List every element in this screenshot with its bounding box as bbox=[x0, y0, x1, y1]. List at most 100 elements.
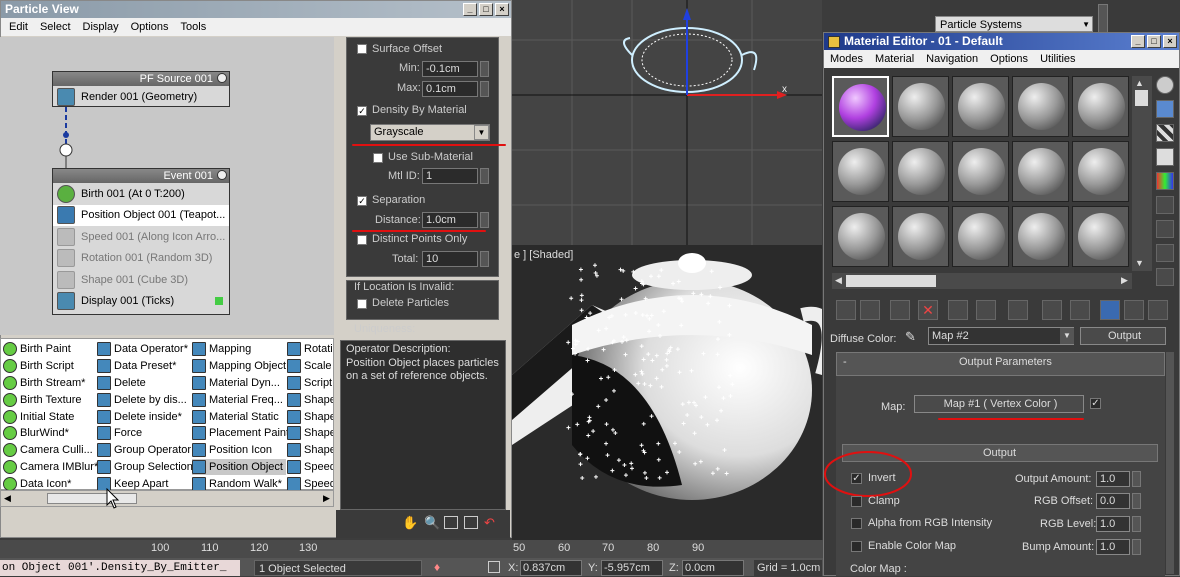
depot-item[interactable]: Shape bbox=[287, 442, 333, 459]
reset-map-icon[interactable]: ✕ bbox=[918, 300, 938, 320]
depot-item[interactable]: Birth Script bbox=[3, 358, 95, 375]
depot-item[interactable]: Initial State bbox=[3, 408, 95, 425]
material-sample-slot[interactable] bbox=[952, 141, 1009, 202]
clamp-checkbox[interactable] bbox=[851, 496, 862, 507]
output-type-button[interactable]: Output bbox=[1080, 327, 1166, 345]
output-amount-spinner[interactable] bbox=[1132, 471, 1141, 487]
viewport-label[interactable]: e ] [Shaded] bbox=[514, 249, 573, 261]
transform-mode-icon[interactable] bbox=[488, 561, 500, 573]
pf-source-node[interactable]: PF Source 001 Render 001 (Geometry) bbox=[52, 71, 230, 107]
max-spinner[interactable] bbox=[480, 81, 489, 97]
timeline-ruler[interactable]: 50 60 70 80 90 bbox=[512, 540, 823, 558]
material-editor-titlebar[interactable]: Material Editor - 01 - Default _ □ × bbox=[824, 33, 1179, 50]
maxscript-listener-line[interactable]: on Object 001'.Density_By_Emitter_ bbox=[0, 560, 240, 576]
depot-item[interactable]: Material Freq... bbox=[192, 391, 286, 408]
minimize-icon[interactable]: _ bbox=[1131, 35, 1145, 48]
depot-item[interactable]: Rotatio bbox=[287, 341, 333, 358]
material-sample-slot[interactable] bbox=[832, 76, 889, 137]
material-sample-slot[interactable] bbox=[892, 141, 949, 202]
depot-item[interactable]: Data Operator* bbox=[97, 341, 191, 358]
put-to-library-icon[interactable] bbox=[1008, 300, 1028, 320]
depot-item[interactable]: Shape bbox=[287, 408, 333, 425]
hand-pan-icon[interactable]: ✋ bbox=[402, 515, 418, 531]
density-by-material-checkbox[interactable]: ✓ bbox=[357, 106, 367, 116]
x-coord-field[interactable]: 0.837cm bbox=[520, 560, 582, 576]
make-unique-icon[interactable] bbox=[976, 300, 996, 320]
depot-item[interactable]: Force bbox=[97, 425, 191, 442]
material-sample-slot[interactable] bbox=[832, 141, 889, 202]
scroll-thumb[interactable] bbox=[846, 275, 936, 287]
eye-icon[interactable] bbox=[217, 170, 227, 180]
map-slot-button[interactable]: Map #1 ( Vertex Color ) bbox=[914, 395, 1084, 413]
rgb-level-field[interactable]: 1.0 bbox=[1096, 516, 1130, 532]
assign-to-selection-icon[interactable] bbox=[890, 300, 910, 320]
depot-item[interactable]: Group Operator bbox=[97, 442, 191, 459]
distinct-points-checkbox[interactable] bbox=[357, 235, 367, 245]
chevron-down-icon[interactable]: ▼ bbox=[474, 125, 489, 140]
separation-checkbox[interactable]: ✓ bbox=[357, 196, 367, 206]
output-parameters-header[interactable]: - Output Parameters bbox=[836, 352, 1165, 376]
rgb-level-spinner[interactable] bbox=[1132, 516, 1141, 532]
menu-modes[interactable]: Modes bbox=[824, 53, 869, 65]
mtl-id-spinner[interactable] bbox=[480, 168, 489, 184]
material-sample-slot[interactable] bbox=[1072, 206, 1129, 267]
rgb-offset-field[interactable]: 0.0 bbox=[1096, 493, 1130, 509]
zoom-region-icon[interactable] bbox=[444, 516, 458, 529]
video-color-check-icon[interactable] bbox=[1156, 172, 1174, 190]
bump-amount-field[interactable]: 1.0 bbox=[1096, 539, 1130, 555]
bump-amount-spinner[interactable] bbox=[1132, 539, 1141, 555]
min-spinner[interactable] bbox=[480, 61, 489, 77]
depot-item[interactable]: Shape bbox=[287, 391, 333, 408]
z-coord-field[interactable]: 0.0cm bbox=[682, 560, 744, 576]
lock-selection-icon[interactable]: ♦ bbox=[434, 560, 440, 574]
material-sample-slot[interactable] bbox=[1012, 76, 1069, 137]
event-node[interactable]: Event 001 Birth 001 (At 0 T:200) Positio… bbox=[52, 168, 230, 315]
maximize-icon[interactable]: □ bbox=[1147, 35, 1161, 48]
menu-options[interactable]: Options bbox=[984, 53, 1034, 65]
map-name-field[interactable]: Map #2 bbox=[928, 327, 1074, 345]
depot-item[interactable]: Delete inside* bbox=[97, 408, 191, 425]
material-sample-slot[interactable] bbox=[952, 76, 1009, 137]
particle-flow-canvas[interactable]: PF Source 001 Render 001 (Geometry) Even… bbox=[0, 37, 334, 335]
put-to-scene-icon[interactable] bbox=[860, 300, 880, 320]
total-spinner[interactable] bbox=[480, 251, 489, 267]
depot-item[interactable]: Delete bbox=[97, 375, 191, 392]
depot-item[interactable]: Position Object bbox=[192, 458, 286, 476]
chevron-down-icon[interactable]: ▼ bbox=[1060, 328, 1074, 344]
material-sample-slot[interactable] bbox=[1072, 76, 1129, 137]
material-sample-slot[interactable] bbox=[1072, 141, 1129, 202]
menu-select[interactable]: Select bbox=[34, 21, 77, 33]
operator-rotation[interactable]: Rotation 001 (Random 3D) bbox=[53, 248, 229, 270]
material-sample-slot[interactable] bbox=[952, 206, 1009, 267]
depot-item[interactable]: Data Preset* bbox=[97, 358, 191, 375]
material-sample-slot[interactable] bbox=[1012, 141, 1069, 202]
material-sample-slot[interactable] bbox=[832, 206, 889, 267]
depot-item[interactable]: Birth Paint bbox=[3, 341, 95, 358]
menu-edit[interactable]: Edit bbox=[3, 21, 34, 33]
close-icon[interactable]: × bbox=[1163, 35, 1177, 48]
eyedropper-icon[interactable]: ✎ bbox=[905, 329, 916, 345]
depot-item[interactable]: Material Dyn... bbox=[192, 375, 286, 392]
category-dropdown[interactable]: Particle Systems ▼ bbox=[935, 16, 1093, 32]
depot-item[interactable]: Camera IMBlur* bbox=[3, 459, 98, 476]
make-preview-icon[interactable] bbox=[1156, 196, 1174, 214]
menu-display[interactable]: Display bbox=[77, 21, 125, 33]
delete-particles-checkbox[interactable] bbox=[357, 299, 367, 309]
menu-utilities[interactable]: Utilities bbox=[1034, 53, 1081, 65]
scroll-thumb[interactable] bbox=[1135, 90, 1148, 106]
distance-spinner[interactable] bbox=[480, 212, 489, 228]
depot-item[interactable]: Material Static bbox=[192, 408, 286, 425]
enable-color-map-checkbox[interactable] bbox=[851, 541, 862, 552]
options-icon[interactable] bbox=[1156, 220, 1174, 238]
depot-item[interactable]: Placement Paint bbox=[192, 425, 289, 442]
rollout-scrollbar[interactable] bbox=[1166, 352, 1174, 574]
scroll-left-icon[interactable]: ◀ bbox=[4, 493, 11, 504]
max-offset-field[interactable]: 0.1cm bbox=[422, 81, 478, 97]
map-enable-checkbox[interactable]: ✓ bbox=[1090, 398, 1101, 409]
alpha-from-rgb-checkbox[interactable] bbox=[851, 518, 862, 529]
material-sample-slot[interactable] bbox=[1012, 206, 1069, 267]
uv-tiling-icon[interactable] bbox=[1156, 148, 1174, 166]
depot-item[interactable]: Script O bbox=[287, 375, 333, 392]
operator-position-object[interactable]: Position Object 001 (Teapot... bbox=[53, 204, 229, 226]
distance-field[interactable]: 1.0cm bbox=[422, 212, 478, 228]
